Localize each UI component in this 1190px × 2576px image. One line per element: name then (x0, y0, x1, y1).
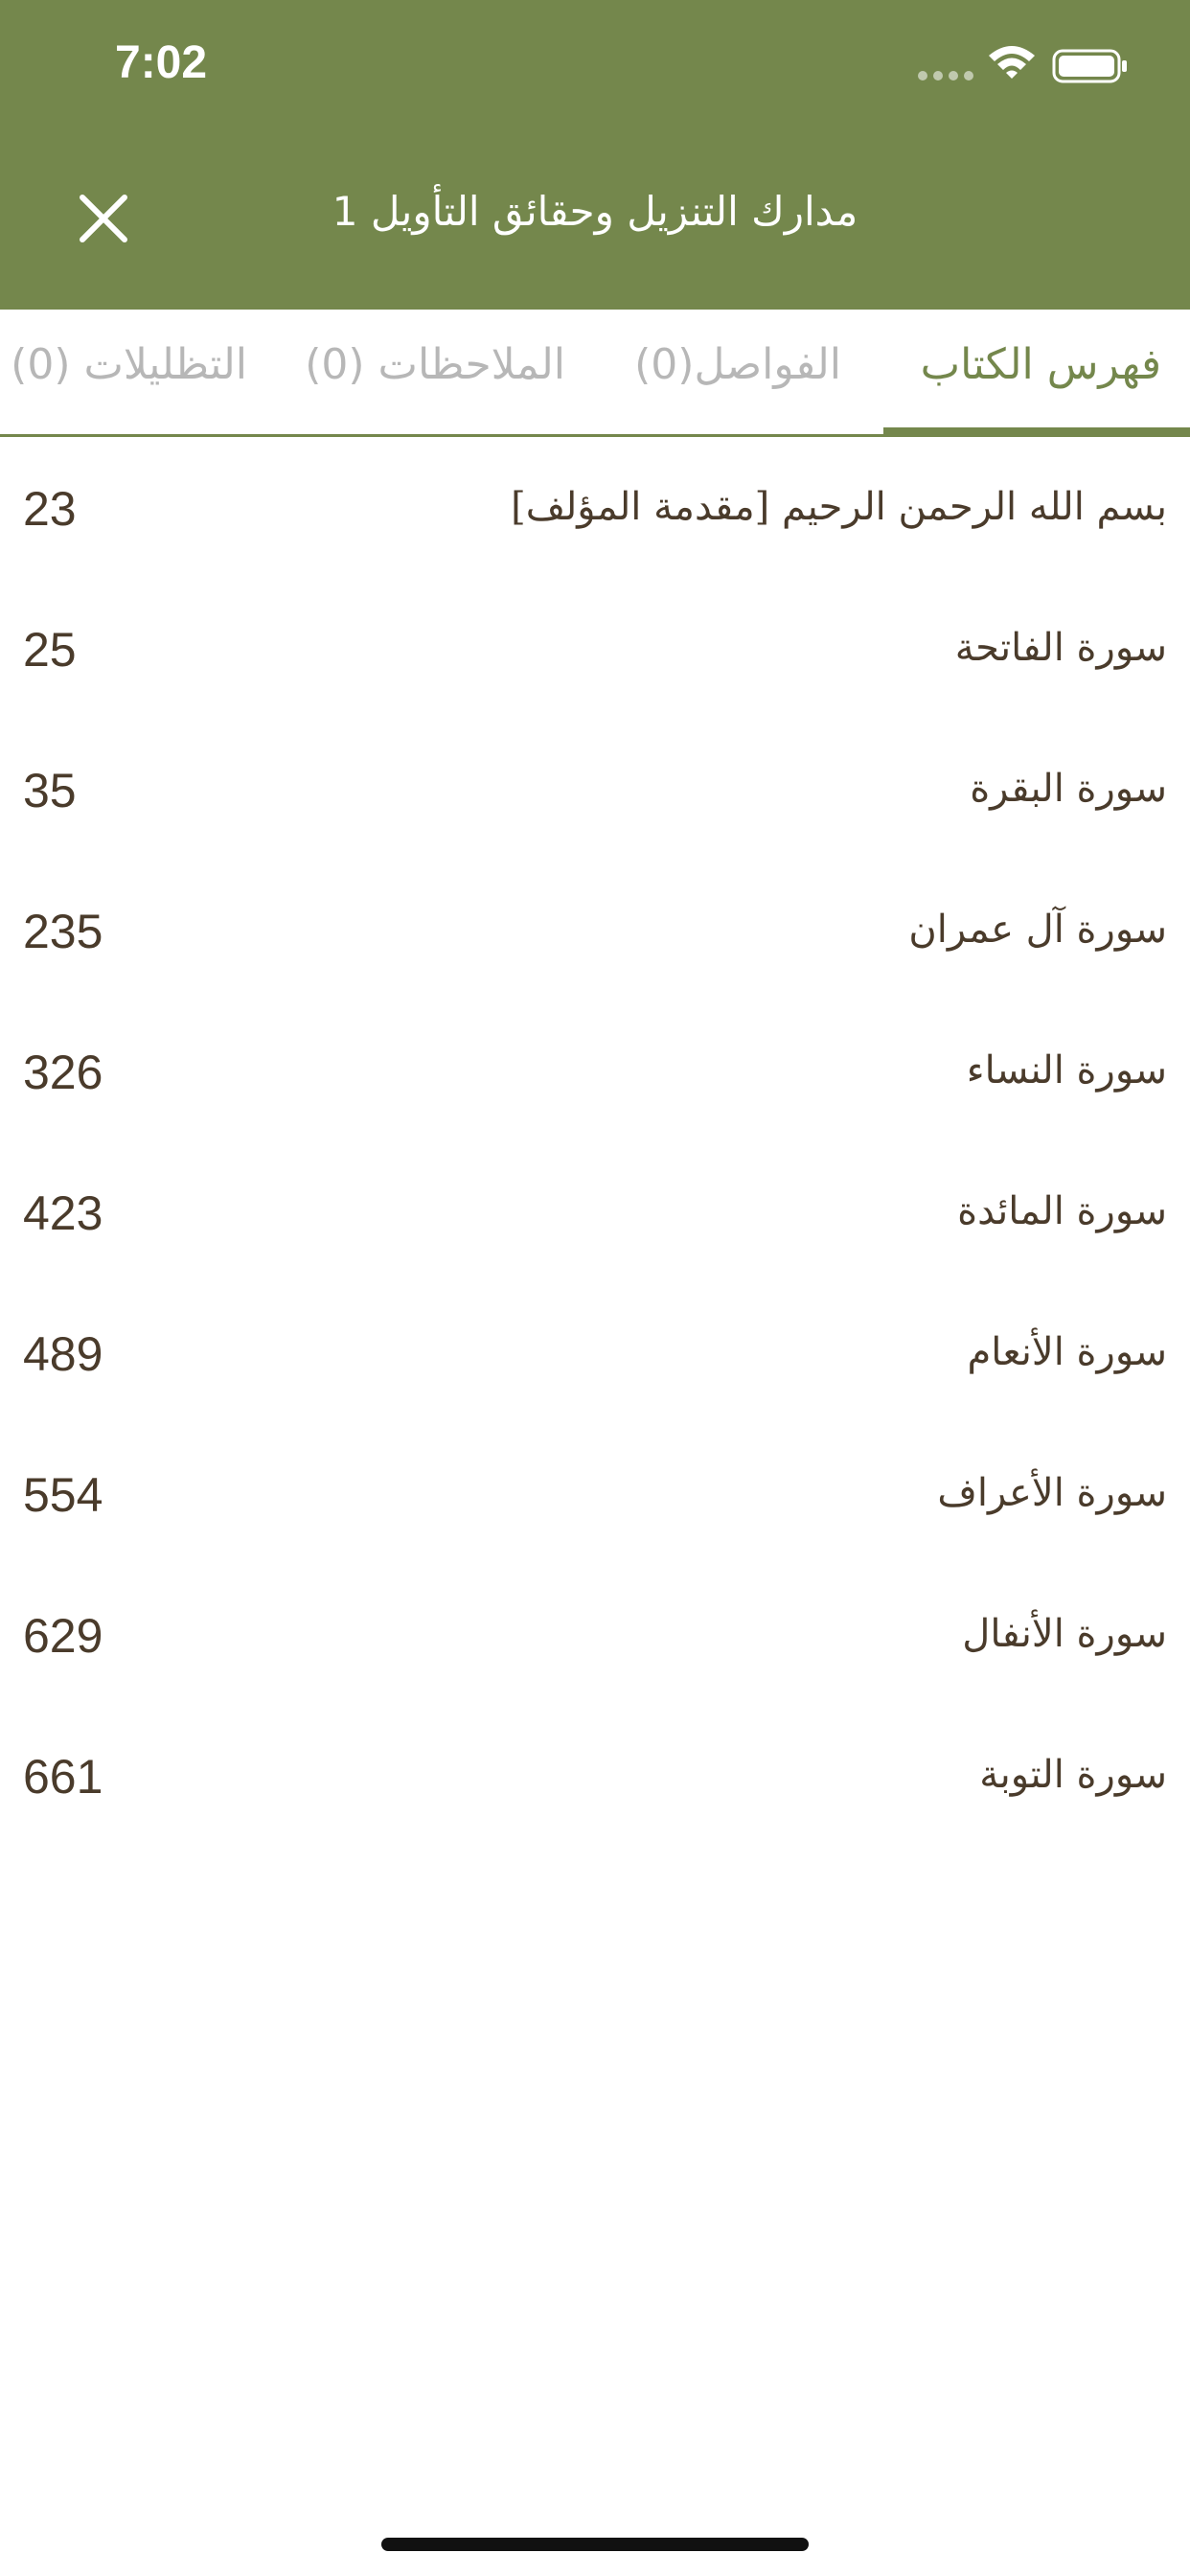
page-title: مدارك التنزيل وحقائق التأويل 1 (332, 188, 858, 235)
toc-row[interactable]: سورة الأنعام 489 (0, 1282, 1190, 1423)
tab-bar: فهرس الكتاب الفواصل(0) الملاحظات (0) الت… (0, 310, 1190, 437)
tab-table-of-contents[interactable]: فهرس الكتاب (921, 340, 1161, 389)
toc-item-label: سورة الأعراف (937, 1471, 1167, 1515)
tab-notes[interactable]: الملاحظات (0) (305, 340, 565, 389)
wifi-icon (989, 46, 1035, 79)
toc-item-page: 423 (23, 1186, 103, 1240)
toc-item-label: سورة الفاتحة (954, 626, 1167, 670)
toc-item-page: 661 (23, 1750, 103, 1804)
home-indicator[interactable] (381, 2538, 809, 2551)
tab-highlights[interactable]: التظليلات (0) (11, 340, 247, 389)
toc-item-label: سورة التوبة (979, 1753, 1167, 1797)
toc-item-page: 235 (23, 905, 103, 958)
active-tab-indicator (883, 427, 1190, 434)
toc-row[interactable]: سورة المائدة 423 (0, 1141, 1190, 1282)
toc-row[interactable]: سورة البقرة 35 (0, 719, 1190, 860)
toc-item-page: 35 (23, 764, 77, 817)
toc-item-page: 629 (23, 1609, 103, 1663)
toc-item-label: بسم الله الرحمن الرحيم [مقدمة المؤلف] (511, 485, 1167, 529)
toc-item-label: سورة النساء (966, 1048, 1167, 1092)
top-app-bar: 7:02 مدارك التنزيل وحقائق التأويل 1 (0, 0, 1190, 310)
toc-item-label: سورة المائدة (957, 1189, 1167, 1233)
toc-list: بسم الله الرحمن الرحيم [مقدمة المؤلف] 23… (0, 437, 1190, 1846)
tab-bookmarks[interactable]: الفواصل(0) (634, 340, 841, 389)
status-time: 7:02 (115, 37, 208, 88)
toc-item-page: 25 (23, 623, 77, 677)
toc-row[interactable]: سورة الأنفال 629 (0, 1564, 1190, 1705)
toc-item-page: 23 (23, 482, 77, 536)
toc-item-label: سورة الأنعام (967, 1330, 1167, 1374)
toc-item-label: سورة البقرة (970, 767, 1167, 811)
toc-row[interactable]: سورة آل عمران 235 (0, 860, 1190, 1000)
toc-item-label: سورة الأنفال (962, 1612, 1167, 1656)
toc-item-page: 326 (23, 1046, 103, 1099)
toc-item-label: سورة آل عمران (908, 908, 1167, 952)
toc-item-page: 554 (23, 1468, 103, 1522)
close-icon (80, 195, 127, 242)
signal-dots-icon (918, 71, 973, 80)
toc-item-page: 489 (23, 1327, 103, 1381)
toc-row[interactable]: سورة الفاتحة 25 (0, 578, 1190, 719)
close-button[interactable] (57, 172, 149, 264)
toc-row[interactable]: بسم الله الرحمن الرحيم [مقدمة المؤلف] 23 (0, 437, 1190, 578)
toc-row[interactable]: سورة الأعراف 554 (0, 1423, 1190, 1564)
toc-row[interactable]: سورة التوبة 661 (0, 1705, 1190, 1846)
toc-row[interactable]: سورة النساء 326 (0, 1000, 1190, 1141)
battery-icon (1052, 49, 1127, 83)
